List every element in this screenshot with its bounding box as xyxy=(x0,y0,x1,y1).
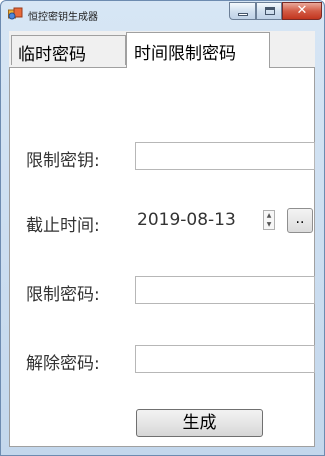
limit-password-input[interactable] xyxy=(135,276,315,304)
tab-time-limit-password[interactable]: 时间限制密码 xyxy=(126,32,270,68)
minimize-button[interactable] xyxy=(229,2,256,20)
unlock-password-input[interactable] xyxy=(135,345,315,373)
date-spinner[interactable]: ▲ ▼ xyxy=(263,210,275,230)
close-button[interactable]: ✕ xyxy=(282,2,322,20)
spinner-down-icon[interactable]: ▼ xyxy=(265,220,273,229)
limit-key-label: 限制密钥: xyxy=(26,151,100,171)
window-title: 恒控密钥生成器 xyxy=(28,12,98,23)
unlock-password-label: 解除密码: xyxy=(26,354,100,374)
tab-label: 临时密码 xyxy=(18,45,86,65)
deadline-date-value: 2019-08-13 xyxy=(137,210,236,230)
tab-label: 时间限制密码 xyxy=(134,44,236,64)
maximize-button[interactable] xyxy=(256,2,282,20)
tab-strip: 临时密码 时间限制密码 xyxy=(9,31,315,69)
generate-button[interactable]: 生成 xyxy=(136,409,263,437)
tab-temporary-password[interactable]: 临时密码 xyxy=(11,35,126,65)
limit-password-label: 限制密码: xyxy=(26,285,100,305)
spinner-up-icon[interactable]: ▲ xyxy=(265,211,273,220)
close-icon: ✕ xyxy=(296,3,308,18)
client-area: 临时密码 时间限制密码 限制密钥: 截止时间: 2019-08-13 ▲ ▼ .… xyxy=(9,31,315,447)
date-picker-button[interactable]: .. xyxy=(287,208,313,233)
app-icon xyxy=(8,7,23,20)
deadline-label: 截止时间: xyxy=(26,216,100,236)
limit-key-input[interactable] xyxy=(135,142,315,170)
deadline-date-picker[interactable]: 2019-08-13 xyxy=(135,206,278,234)
title-bar[interactable]: 恒控密钥生成器 ✕ xyxy=(1,1,324,27)
tab-panel-time-limit: 限制密钥: 截止时间: 2019-08-13 ▲ ▼ .. 限制密码: 解除密码… xyxy=(9,67,315,447)
app-window: 恒控密钥生成器 ✕ 临时密码 时间限制密码 限制密钥: 截止时间: 2019-0… xyxy=(0,0,325,456)
